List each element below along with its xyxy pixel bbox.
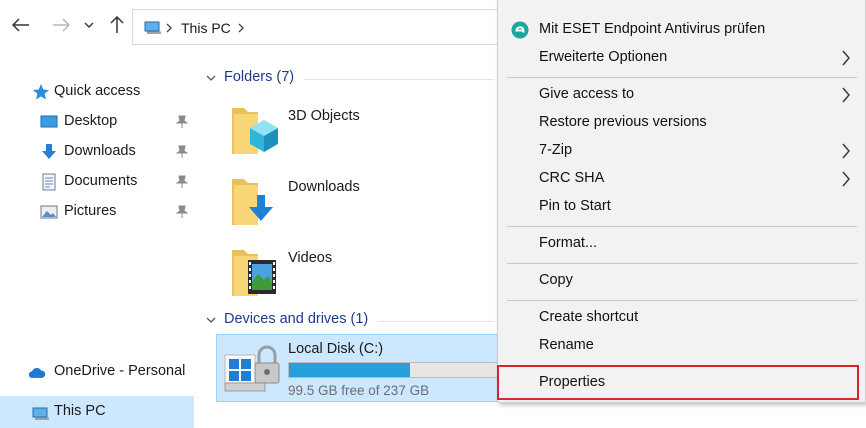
chevron-right-icon [842,143,850,159]
nav-item-label: Downloads [64,143,136,159]
drive-lock-icon [224,345,280,392]
nav-quick-access-label: Quick access [54,83,141,99]
menu-separator [507,263,857,264]
menu-item-eset-scan[interactable]: Mit ESET Endpoint Antivirus prüfen [498,16,865,44]
this-pc-icon [32,407,49,420]
nav-quick-access[interactable]: Quick access [0,77,194,107]
folder-name: Videos [288,250,333,266]
chevron-right-icon [842,87,850,103]
nav-item-label: Desktop [64,113,118,129]
menu-item-label: 7-Zip [539,142,573,158]
nav-item-label: Pictures [64,203,117,219]
downloads-icon [42,144,56,159]
menu-item-format[interactable]: Format... [498,230,865,258]
menu-item-restore-previous-versions[interactable]: Restore previous versions [498,109,865,137]
menu-item-label: Mit ESET Endpoint Antivirus prüfen [539,21,766,37]
chevron-right-icon[interactable] [238,23,244,33]
folder-name: 3D Objects [288,108,360,124]
nav-item-this-pc[interactable]: This PC [0,396,194,428]
menu-separator [507,77,857,78]
chevron-right-icon [166,23,172,33]
desktop-icon [40,115,58,128]
menu-item-label: Format... [539,235,598,251]
menu-item-crc-sha[interactable]: CRC SHA [498,165,865,193]
menu-item-label: Create shortcut [539,309,639,325]
nav-item-label: Documents [64,173,138,189]
menu-item-label: Pin to Start [539,198,611,214]
folders-group-header[interactable]: Folders (7) [206,69,294,85]
address-bar[interactable]: This PC [132,9,500,45]
menu-item-label: Give access to [539,86,635,102]
pictures-icon [40,205,58,219]
pin-icon[interactable] [176,145,188,159]
menu-item-give-access[interactable]: Give access to [498,81,865,109]
this-pc-icon [144,21,161,34]
menu-item-pin-to-start[interactable]: Pin to Start [498,193,865,221]
menu-separator [507,226,857,227]
documents-icon [42,173,56,191]
group-divider [304,79,494,80]
folder-downloads-icon [232,179,273,225]
context-menu: Mit ESET Endpoint Antivirus prüfen Erwei… [497,0,866,403]
group-divider [378,321,494,322]
menu-item-label: Copy [539,272,573,288]
forward-button[interactable] [50,14,72,36]
properties-highlight-box [497,365,859,400]
folder-item[interactable]: 3D Objects [228,106,488,170]
pin-icon[interactable] [176,205,188,219]
drive-usage-bar [288,362,498,378]
menu-item-label: CRC SHA [539,170,605,186]
menu-item-label: Rename [539,337,594,353]
cloud-icon [28,367,46,378]
address-location[interactable]: This PC [181,20,231,36]
nav-item-pictures[interactable]: Pictures [0,197,194,227]
menu-item-label: Restore previous versions [539,114,707,130]
folder-videos-icon [232,250,276,296]
menu-item-label: Erweiterte Optionen [539,49,668,65]
folder-name: Downloads [288,179,360,195]
star-icon [33,84,49,100]
menu-item-7zip[interactable]: 7-Zip [498,137,865,165]
nav-item-desktop[interactable]: Desktop [0,107,194,137]
pin-icon[interactable] [176,115,188,129]
chevron-down-icon [206,69,216,85]
up-arrow-icon [110,16,124,33]
menu-item-erweiterte-optionen[interactable]: Erweiterte Optionen [498,44,865,72]
drive-item-local-disk[interactable]: Local Disk (C:) 99.5 GB free of 237 GB [216,334,498,402]
drive-usage-fill [289,363,410,377]
nav-item-documents[interactable]: Documents [0,167,194,197]
nav-item-onedrive[interactable]: OneDrive - Personal [0,357,194,387]
menu-item-copy[interactable]: Copy [498,267,865,295]
menu-item-rename[interactable]: Rename [498,332,865,360]
pin-icon[interactable] [176,175,188,189]
forward-arrow-icon [53,18,70,32]
nav-item-label: OneDrive - Personal [54,363,186,379]
back-button[interactable] [10,14,32,36]
drives-group-label: Devices and drives (1) [224,311,369,327]
folder-3d-objects-icon [232,108,278,154]
recent-locations-button[interactable] [82,14,96,36]
chevron-down-icon [206,311,216,327]
up-button[interactable] [106,14,128,36]
chevron-right-icon [842,50,850,66]
chevron-right-icon [842,171,850,187]
nav-item-label: This PC [54,403,106,419]
nav-item-downloads[interactable]: Downloads [0,137,194,167]
folder-item[interactable]: Downloads [228,177,488,241]
back-arrow-icon [12,18,29,32]
folder-item[interactable]: Videos [228,248,488,312]
drive-name: Local Disk (C:) [288,341,384,357]
menu-separator [507,300,857,301]
menu-item-create-shortcut[interactable]: Create shortcut [498,304,865,332]
chevron-down-icon [84,22,94,28]
drive-free-space: 99.5 GB free of 237 GB [288,383,430,398]
drives-group-header[interactable]: Devices and drives (1) [206,311,368,327]
eset-icon [511,21,529,39]
folders-group-label: Folders (7) [224,69,295,85]
